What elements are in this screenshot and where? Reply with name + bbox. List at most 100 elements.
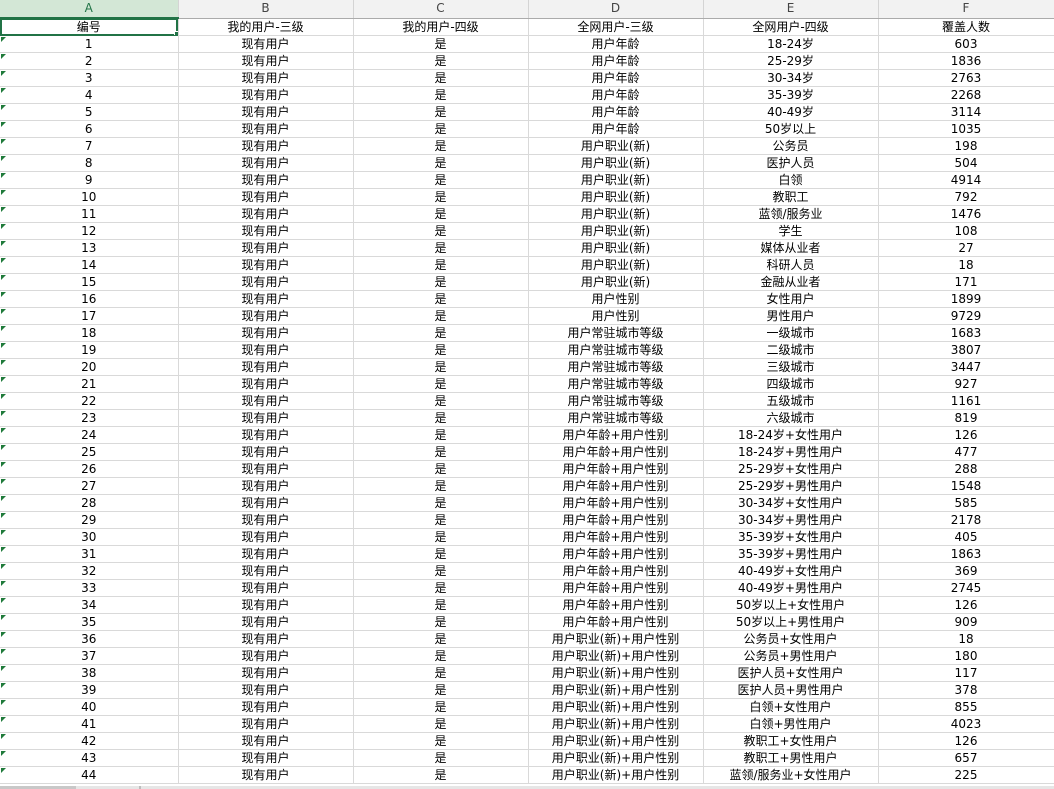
cell-a42[interactable]: 41 (0, 715, 179, 733)
error-indicator-icon[interactable] (1, 479, 6, 484)
cell-a44[interactable]: 43 (0, 749, 179, 767)
cell-b6[interactable]: 现有用户 (178, 103, 354, 121)
cell-c40[interactable]: 是 (353, 681, 529, 699)
cell-b12[interactable]: 现有用户 (178, 205, 354, 223)
cell-f3[interactable]: 1836 (878, 52, 1054, 70)
cell-f14[interactable]: 27 (878, 239, 1054, 257)
cell-d2[interactable]: 用户年龄 (528, 35, 704, 53)
cell-b20[interactable]: 现有用户 (178, 341, 354, 359)
cell-c9[interactable]: 是 (353, 154, 529, 172)
cell-d7[interactable]: 用户年龄 (528, 120, 704, 138)
cell-a4[interactable]: 3 (0, 69, 179, 87)
cell-c13[interactable]: 是 (353, 222, 529, 240)
cell-e25[interactable]: 18-24岁+女性用户 (703, 426, 879, 444)
cell-c45[interactable]: 是 (353, 766, 529, 784)
cell-d20[interactable]: 用户常驻城市等级 (528, 341, 704, 359)
cell-e29[interactable]: 30-34岁+女性用户 (703, 494, 879, 512)
cell-f15[interactable]: 18 (878, 256, 1054, 274)
cell-f23[interactable]: 1161 (878, 392, 1054, 410)
cell-a13[interactable]: 12 (0, 222, 179, 240)
error-indicator-icon[interactable] (1, 615, 6, 620)
cell-b28[interactable]: 现有用户 (178, 477, 354, 495)
error-indicator-icon[interactable] (1, 530, 6, 535)
cell-a31[interactable]: 30 (0, 528, 179, 546)
error-indicator-icon[interactable] (1, 37, 6, 42)
error-indicator-icon[interactable] (1, 139, 6, 144)
error-indicator-icon[interactable] (1, 71, 6, 76)
cell-e2[interactable]: 18-24岁 (703, 35, 879, 53)
error-indicator-icon[interactable] (1, 513, 6, 518)
cell-a41[interactable]: 40 (0, 698, 179, 716)
cell-b17[interactable]: 现有用户 (178, 290, 354, 308)
cell-f35[interactable]: 126 (878, 596, 1054, 614)
cell-c30[interactable]: 是 (353, 511, 529, 529)
cell-c11[interactable]: 是 (353, 188, 529, 206)
cell-d38[interactable]: 用户职业(新)+用户性别 (528, 647, 704, 665)
cell-b26[interactable]: 现有用户 (178, 443, 354, 461)
cell-d43[interactable]: 用户职业(新)+用户性别 (528, 732, 704, 750)
cell-f29[interactable]: 585 (878, 494, 1054, 512)
cell-f12[interactable]: 1476 (878, 205, 1054, 223)
cell-c42[interactable]: 是 (353, 715, 529, 733)
cell-a2[interactable]: 1 (0, 35, 179, 53)
cell-d10[interactable]: 用户职业(新) (528, 171, 704, 189)
cell-c1[interactable]: 我的用户-四级 (353, 18, 529, 36)
error-indicator-icon[interactable] (1, 496, 6, 501)
cell-f24[interactable]: 819 (878, 409, 1054, 427)
cell-f44[interactable]: 657 (878, 749, 1054, 767)
cell-c20[interactable]: 是 (353, 341, 529, 359)
error-indicator-icon[interactable] (1, 309, 6, 314)
cell-d22[interactable]: 用户常驻城市等级 (528, 375, 704, 393)
cell-f34[interactable]: 2745 (878, 579, 1054, 597)
cell-b27[interactable]: 现有用户 (178, 460, 354, 478)
cell-c22[interactable]: 是 (353, 375, 529, 393)
cell-b43[interactable]: 现有用户 (178, 732, 354, 750)
cell-a34[interactable]: 33 (0, 579, 179, 597)
cell-f16[interactable]: 171 (878, 273, 1054, 291)
cell-f1[interactable]: 覆盖人数 (878, 18, 1054, 36)
cell-e5[interactable]: 35-39岁 (703, 86, 879, 104)
cell-e6[interactable]: 40-49岁 (703, 103, 879, 121)
cell-c37[interactable]: 是 (353, 630, 529, 648)
cell-b3[interactable]: 现有用户 (178, 52, 354, 70)
error-indicator-icon[interactable] (1, 343, 6, 348)
cell-b9[interactable]: 现有用户 (178, 154, 354, 172)
cell-a5[interactable]: 4 (0, 86, 179, 104)
cell-e32[interactable]: 35-39岁+男性用户 (703, 545, 879, 563)
cell-b7[interactable]: 现有用户 (178, 120, 354, 138)
cell-b10[interactable]: 现有用户 (178, 171, 354, 189)
cell-f22[interactable]: 927 (878, 375, 1054, 393)
column-header-b[interactable]: B (178, 0, 354, 19)
cell-f39[interactable]: 117 (878, 664, 1054, 682)
cell-e18[interactable]: 男性用户 (703, 307, 879, 325)
cell-f38[interactable]: 180 (878, 647, 1054, 665)
cell-a16[interactable]: 15 (0, 273, 179, 291)
cell-f5[interactable]: 2268 (878, 86, 1054, 104)
cell-c16[interactable]: 是 (353, 273, 529, 291)
error-indicator-icon[interactable] (1, 666, 6, 671)
cell-d23[interactable]: 用户常驻城市等级 (528, 392, 704, 410)
cell-a36[interactable]: 35 (0, 613, 179, 631)
cell-c34[interactable]: 是 (353, 579, 529, 597)
cell-d30[interactable]: 用户年龄+用户性别 (528, 511, 704, 529)
cell-a21[interactable]: 20 (0, 358, 179, 376)
cell-c19[interactable]: 是 (353, 324, 529, 342)
cell-f27[interactable]: 288 (878, 460, 1054, 478)
cell-a20[interactable]: 19 (0, 341, 179, 359)
cell-f20[interactable]: 3807 (878, 341, 1054, 359)
error-indicator-icon[interactable] (1, 156, 6, 161)
cell-e13[interactable]: 学生 (703, 222, 879, 240)
cell-a8[interactable]: 7 (0, 137, 179, 155)
cell-a7[interactable]: 6 (0, 120, 179, 138)
cell-e31[interactable]: 35-39岁+女性用户 (703, 528, 879, 546)
cell-e3[interactable]: 25-29岁 (703, 52, 879, 70)
cell-b41[interactable]: 现有用户 (178, 698, 354, 716)
cell-e12[interactable]: 蓝领/服务业 (703, 205, 879, 223)
cell-d15[interactable]: 用户职业(新) (528, 256, 704, 274)
cell-a14[interactable]: 13 (0, 239, 179, 257)
error-indicator-icon[interactable] (1, 428, 6, 433)
cell-b33[interactable]: 现有用户 (178, 562, 354, 580)
cell-d12[interactable]: 用户职业(新) (528, 205, 704, 223)
cell-d42[interactable]: 用户职业(新)+用户性别 (528, 715, 704, 733)
cell-e40[interactable]: 医护人员+男性用户 (703, 681, 879, 699)
